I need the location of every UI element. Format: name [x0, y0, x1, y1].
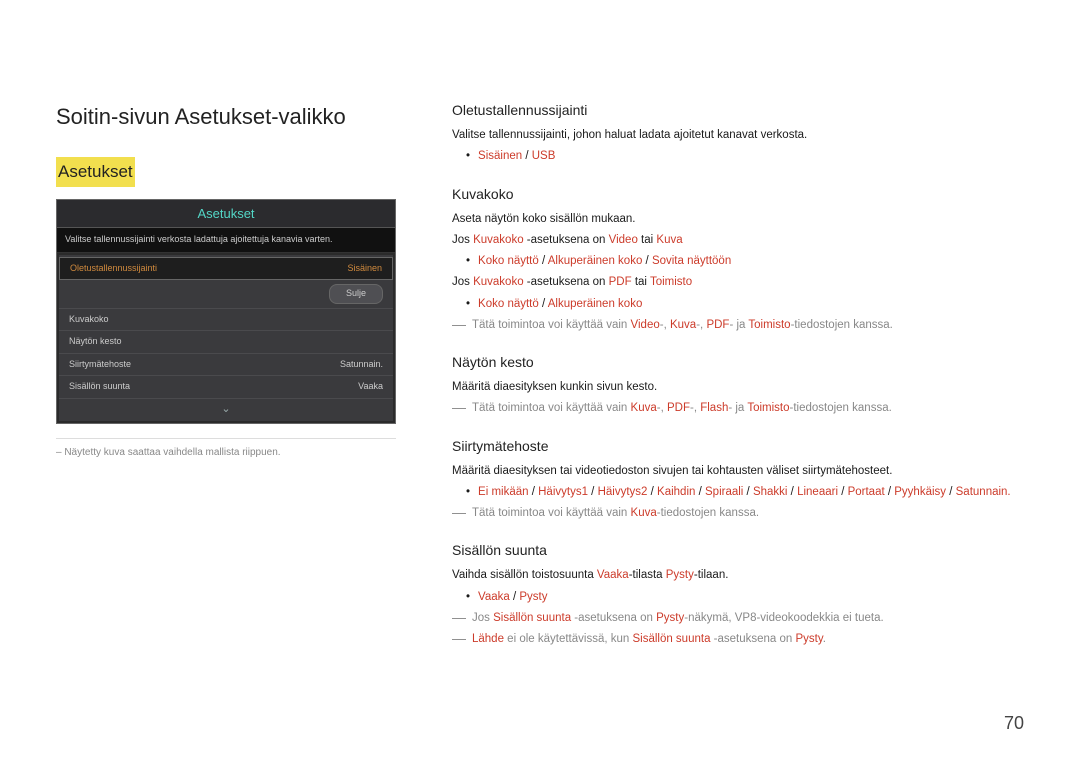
bullet-icon: • — [466, 148, 470, 165]
row-label: Näytön kesto — [69, 335, 122, 349]
body-text: Määritä diaesityksen tai videotiedoston … — [452, 463, 1024, 480]
row-label: Kuvakoko — [69, 313, 109, 327]
row-value: Sisäinen — [347, 262, 382, 276]
panel-row-content-orientation[interactable]: Sisällön suunta Vaaka — [59, 376, 393, 399]
panel-row-screen-duration[interactable]: Näytön kesto — [59, 331, 393, 354]
bullet-icon: • — [466, 589, 470, 606]
option-usb: USB — [532, 150, 556, 162]
subhead-screen-duration: Näytön kesto — [452, 352, 1024, 373]
body-text: Jos Kuvakoko -asetuksena on Video tai Ku… — [452, 232, 1024, 249]
bullet-icon: • — [466, 253, 470, 270]
bullet-item: • Koko näyttö / Alkuperäinen koko / Sovi… — [466, 253, 1024, 270]
note-dash-icon: ― — [452, 400, 466, 417]
note-text: ― Tätä toimintoa voi käyttää vain Kuva-t… — [452, 505, 1024, 522]
body-text: Määritä diaesityksen kunkin sivun kesto. — [452, 379, 1024, 396]
panel-row-image-size[interactable]: Kuvakoko — [59, 309, 393, 332]
chevron-down-icon[interactable]: ⌄ — [59, 399, 393, 422]
option-internal: Sisäinen — [478, 150, 522, 162]
note-dash-icon: ― — [452, 505, 466, 522]
note-dash-icon: ― — [452, 317, 466, 334]
note-dash-icon: ― — [452, 631, 466, 648]
content-column: Oletustallennussijainti Valitse tallennu… — [452, 100, 1024, 652]
page-number: 70 — [1004, 710, 1024, 737]
panel-title: Asetukset — [57, 200, 395, 229]
bullet-icon: • — [466, 484, 470, 501]
close-button[interactable]: Sulje — [329, 284, 383, 304]
body-text: Aseta näytön koko sisällön mukaan. — [452, 211, 1024, 228]
body-text: Valitse tallennussijainti, johon haluat … — [452, 127, 1024, 144]
row-label: Siirtymätehoste — [69, 358, 131, 372]
note-dash-icon: ― — [452, 610, 466, 627]
panel-close-row: Sulje — [59, 280, 393, 309]
row-value: Satunnain. — [340, 358, 383, 372]
bullet-item: • Sisäinen / USB — [466, 148, 1024, 165]
row-label: Sisällön suunta — [69, 380, 130, 394]
image-disclaimer: – Näytetty kuva saattaa vaihdella mallis… — [56, 438, 396, 460]
bullet-item: • Koko näyttö / Alkuperäinen koko — [466, 296, 1024, 313]
subhead-transition: Siirtymätehoste — [452, 436, 1024, 457]
subhead-image-size: Kuvakoko — [452, 184, 1024, 205]
row-label: Oletustallennussijainti — [70, 262, 157, 276]
separator: / — [522, 150, 532, 162]
body-text: Vaihda sisällön toistosuunta Vaaka-tilas… — [452, 567, 1024, 584]
bullet-icon: • — [466, 296, 470, 313]
section-heading: Asetukset — [56, 157, 135, 187]
subhead-content-orientation: Sisällön suunta — [452, 540, 1024, 561]
note-text: ― Tätä toimintoa voi käyttää vain Video-… — [452, 317, 1024, 334]
panel-row-default-storage[interactable]: Oletustallennussijainti Sisäinen — [59, 257, 393, 281]
panel-body: Oletustallennussijainti Sisäinen Sulje K… — [57, 253, 395, 424]
note-text: ― Tätä toimintoa voi käyttää vain Kuva-,… — [452, 400, 1024, 417]
note-text: ― Lähde ei ole käytettävissä, kun Sisäll… — [452, 631, 1024, 648]
note-text: ― Jos Sisällön suunta -asetuksena on Pys… — [452, 610, 1024, 627]
body-text: Jos Kuvakoko -asetuksena on PDF tai Toim… — [452, 274, 1024, 291]
page-title: Soitin-sivun Asetukset-valikko — [56, 100, 396, 133]
settings-panel: Asetukset Valitse tallennussijainti verk… — [56, 199, 396, 425]
panel-description: Valitse tallennussijainti verkosta ladat… — [57, 228, 395, 253]
subhead-default-storage: Oletustallennussijainti — [452, 100, 1024, 121]
bullet-item: • Ei mikään / Häivytys1 / Häivytys2 / Ka… — [466, 484, 1024, 501]
bullet-item: • Vaaka / Pysty — [466, 589, 1024, 606]
row-value: Vaaka — [358, 380, 383, 394]
panel-row-transition[interactable]: Siirtymätehoste Satunnain. — [59, 354, 393, 377]
